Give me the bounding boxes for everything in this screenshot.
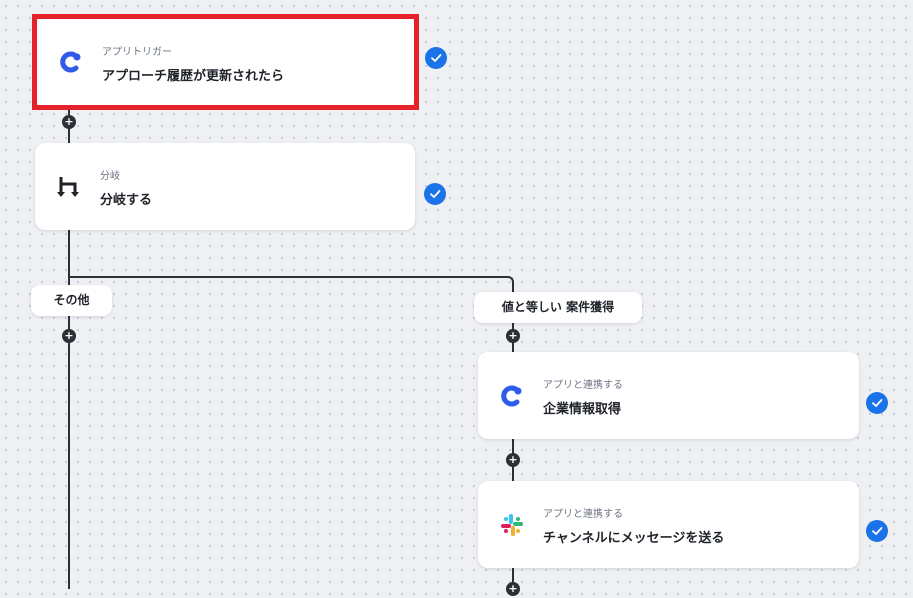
company-info-step-card[interactable]: アプリと連携する 企業情報取得 bbox=[478, 352, 859, 439]
selection-highlight bbox=[32, 14, 419, 110]
connector-line bbox=[68, 229, 70, 589]
branch-label-equal[interactable]: 値と等しい 案件獲得 bbox=[474, 292, 642, 323]
slack-step-card[interactable]: アプリと連携する チャンネルにメッセージを送る bbox=[478, 481, 859, 568]
step-title: 企業情報取得 bbox=[543, 402, 622, 417]
add-step-button[interactable]: + bbox=[62, 115, 76, 129]
step-title: チャンネルにメッセージを送る bbox=[543, 531, 725, 546]
app-c-logo-icon bbox=[498, 382, 526, 410]
connector-line bbox=[69, 276, 505, 278]
check-icon bbox=[424, 183, 446, 205]
add-step-button[interactable]: + bbox=[506, 582, 520, 596]
step-type-label: アプリと連携する bbox=[543, 380, 623, 391]
branch-icon bbox=[55, 173, 83, 201]
add-step-button[interactable]: + bbox=[506, 453, 520, 467]
add-step-button[interactable]: + bbox=[506, 329, 520, 343]
step-type-label: アプリと連携する bbox=[543, 509, 623, 520]
check-icon bbox=[425, 47, 447, 69]
check-icon bbox=[866, 520, 888, 542]
branch-label-other[interactable]: その他 bbox=[31, 285, 112, 316]
branch-card[interactable]: 分岐 分岐する bbox=[35, 143, 415, 230]
add-step-button[interactable]: + bbox=[62, 329, 76, 343]
branch-title: 分岐する bbox=[100, 193, 153, 208]
slack-icon bbox=[498, 511, 526, 539]
check-icon bbox=[866, 392, 888, 414]
branch-type-label: 分岐 bbox=[100, 171, 120, 182]
